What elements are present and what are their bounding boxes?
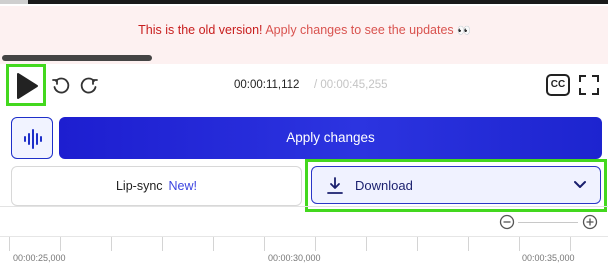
eyes-emoji: 👀 [457,25,471,37]
ruler-tick [519,237,520,251]
zoom-out-icon[interactable] [499,214,515,230]
timeline-ruler[interactable]: 00:00:25,000 00:00:30,000 00:00:35,000 [0,236,608,276]
ruler-label: 00:00:25,000 [13,253,66,263]
ruler-tick [111,237,112,251]
banner-hint: Apply changes to see the updates [265,23,454,37]
banner-warning: This is the old version! [138,23,263,37]
zoom-slider[interactable] [518,222,578,223]
ruler-label: 00:00:30,000 [268,253,321,263]
ruler-tick [366,237,367,251]
zoom-in-icon[interactable] [582,214,598,230]
play-button[interactable] [6,64,46,106]
timeline-divider [0,206,608,207]
current-time: 00:00:11,112 [234,79,300,91]
ruler-tick [570,237,571,251]
banner-text: This is the old version! Apply changes t… [0,23,608,37]
fullscreen-icon[interactable] [578,74,600,96]
ruler-tick [9,237,10,251]
ruler-tick [264,237,265,251]
play-icon [17,73,38,99]
lip-sync-button[interactable]: Lip-sync New! [11,166,302,206]
ruler-label: 00:00:35,000 [522,253,575,263]
waveform-icon [24,129,42,149]
download-label: Download [355,178,413,193]
apply-changes-button[interactable]: Apply changes [59,117,602,159]
lip-sync-label: Lip-sync [115,179,163,193]
ruler-tick [162,237,163,251]
ruler-tick [60,237,61,251]
video-frame-strip [0,0,608,4]
captions-button[interactable]: CC [546,74,570,96]
ruler-tick [213,237,214,251]
audio-waveform-button[interactable] [11,117,53,159]
new-badge: New! [168,179,198,193]
ruler-tick [417,237,418,251]
ruler-tick [468,237,469,251]
rewind-icon[interactable] [51,76,71,96]
playback-progress-bar[interactable] [2,55,152,61]
ruler-tick [315,237,316,251]
total-time: / 00:00:45,255 [314,79,388,91]
download-button[interactable]: Download [311,166,601,204]
download-icon [327,177,343,194]
forward-icon[interactable] [79,76,99,96]
chevron-down-icon [574,181,586,188]
download-highlight: Download [305,159,607,212]
